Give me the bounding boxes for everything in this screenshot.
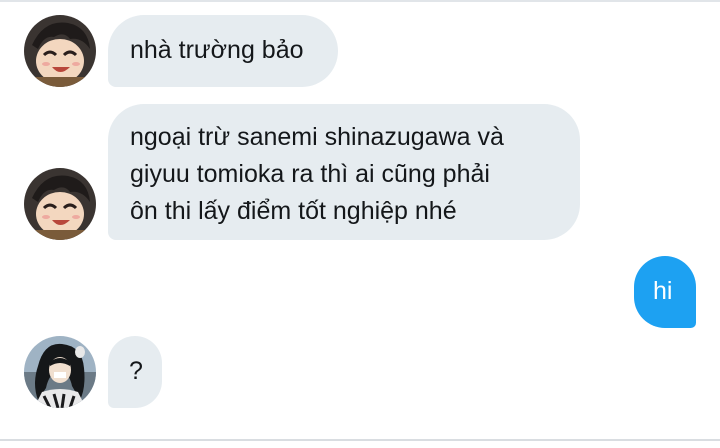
- avatar[interactable]: [24, 15, 96, 87]
- message-bubble-incoming[interactable]: ngoại trừ sanemi shinazugawa và giyuu to…: [108, 104, 580, 240]
- avatar[interactable]: [24, 168, 96, 240]
- message-text-line: giyuu tomioka ra thì ai cũng phải: [130, 160, 490, 188]
- message-bubble-incoming[interactable]: nhà trường bảo: [108, 15, 338, 87]
- top-divider: [0, 0, 720, 2]
- message-bubble-outgoing[interactable]: hi: [634, 256, 696, 328]
- message-text-line: ôn thi lấy điểm tốt nghiệp nhé: [130, 197, 457, 225]
- anime-avatar-smiling-icon: [24, 168, 96, 240]
- anime-avatar-smiling-icon: [24, 15, 96, 87]
- bottom-divider: [0, 439, 720, 441]
- message-text-line: ngoại trừ sanemi shinazugawa và: [130, 123, 504, 151]
- message-text: hi: [653, 277, 673, 305]
- message-text: nhà trường bảo: [130, 36, 304, 64]
- message-bubble-incoming[interactable]: ?: [108, 336, 162, 408]
- message-text: ?: [129, 357, 143, 385]
- avatar[interactable]: [24, 336, 96, 408]
- anime-avatar-dark-hair-icon: [24, 336, 96, 408]
